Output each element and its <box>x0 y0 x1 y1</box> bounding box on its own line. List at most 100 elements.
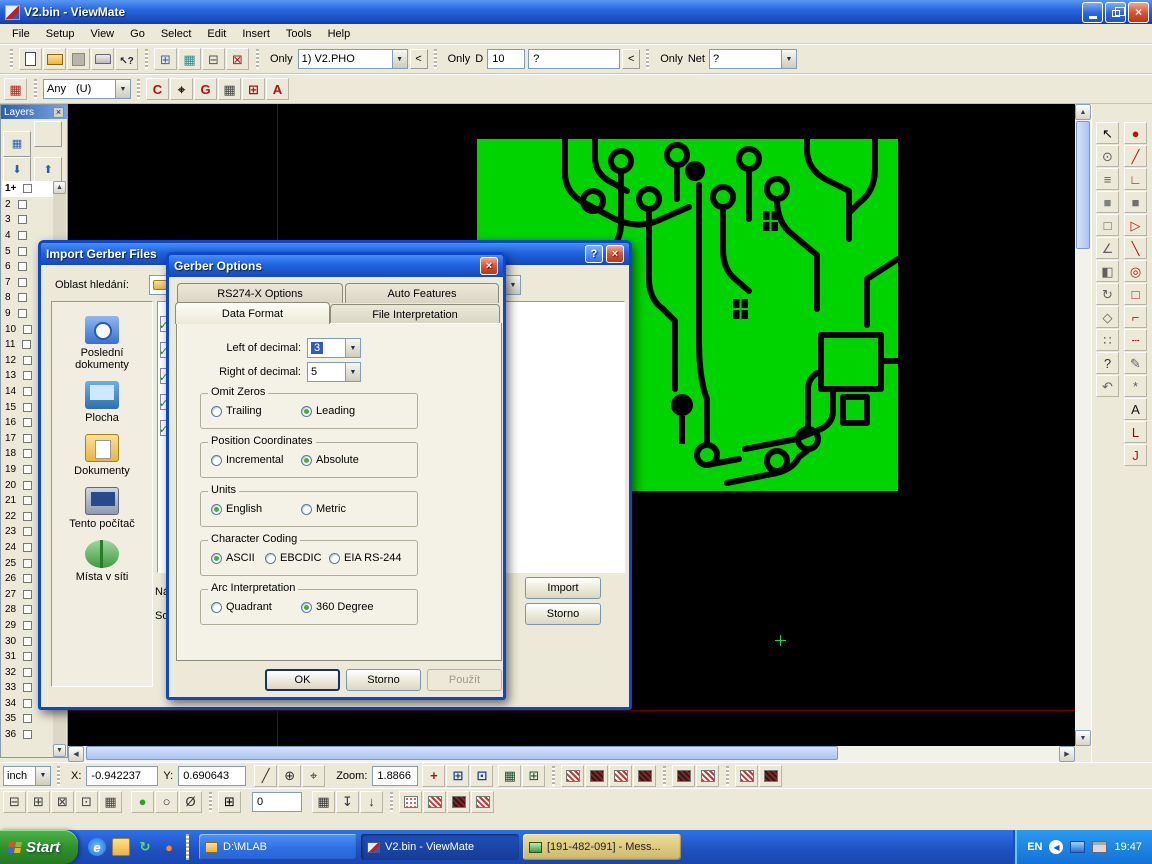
film-control-icon[interactable]: ▦ <box>178 48 201 70</box>
settings-tool-icon[interactable]: * <box>1124 375 1147 397</box>
fill-pattern-icon[interactable] <box>471 791 494 813</box>
layer-visibility-checkbox[interactable] <box>23 527 32 536</box>
layer-visibility-checkbox[interactable] <box>23 621 32 630</box>
horizontal-scroll-thumb[interactable] <box>86 746 838 760</box>
dcode-pattern-icon[interactable] <box>585 765 608 787</box>
place-my-computer[interactable]: Tento počítač <box>56 487 148 530</box>
menu-item[interactable]: Setup <box>38 26 83 42</box>
layer-row[interactable]: 36 <box>2 727 54 743</box>
prev-dcode-button[interactable]: < <box>622 49 640 69</box>
arrow-tool-icon[interactable]: ▷ <box>1124 214 1147 236</box>
undo-icon[interactable]: ↶ <box>1096 375 1119 397</box>
language-indicator[interactable]: EN <box>1027 841 1042 853</box>
place-recent-documents[interactable]: Poslední dokumenty <box>56 316 148 371</box>
menu-item[interactable]: Edit <box>199 26 234 42</box>
layer-visibility-checkbox[interactable] <box>23 356 32 365</box>
step-left-icon[interactable]: ⊟ <box>3 791 26 813</box>
zoom-fit-icon[interactable]: ⊡ <box>470 765 493 787</box>
scale-icon[interactable]: ◇ <box>1096 306 1119 328</box>
ok-button[interactable]: OK <box>265 669 340 691</box>
toolbar-grip[interactable] <box>57 766 60 786</box>
left-of-decimal-combo[interactable]: 3 ▼ <box>307 338 361 358</box>
layer-visibility-checkbox[interactable] <box>23 325 32 334</box>
print-icon[interactable] <box>91 48 114 70</box>
save-icon[interactable] <box>67 48 90 70</box>
dcode-pattern-icon[interactable] <box>633 765 656 787</box>
layer-visibility-checkbox[interactable] <box>18 309 27 318</box>
text-a-tool-icon[interactable]: A <box>1124 398 1147 420</box>
radio-ebcdic[interactable]: EBCDIC <box>265 552 322 564</box>
text-select-icon[interactable]: A <box>266 78 289 100</box>
radio-trailing[interactable]: Trailing <box>211 405 262 417</box>
step-repeat-icon[interactable]: ∷ <box>1096 329 1119 351</box>
apply-button[interactable]: Použít <box>427 669 502 691</box>
via-mode-icon[interactable]: ⊡ <box>75 791 98 813</box>
dashed-line-tool-icon[interactable]: ┄ <box>1124 329 1147 351</box>
rectangle-tool-icon[interactable]: □ <box>1124 283 1147 305</box>
taskbar-item-viewmate[interactable]: V2.bin - ViewMate <box>361 834 519 860</box>
toolbar-grip[interactable] <box>209 792 212 812</box>
anchor-icon[interactable]: ↧ <box>336 791 359 813</box>
layer-move-down-button[interactable]: ⬇ <box>3 157 31 183</box>
layer-visibility-checkbox[interactable] <box>23 699 32 708</box>
grid-dots-icon[interactable]: ⊞ <box>522 765 545 787</box>
clock[interactable]: 19:47 <box>1114 841 1142 853</box>
crosshair-select-icon[interactable]: ⌖ <box>170 78 193 100</box>
point-tool-icon[interactable]: ● <box>1124 122 1147 144</box>
fill-pattern-icon[interactable] <box>447 791 470 813</box>
layer-row[interactable]: 3 <box>2 212 54 228</box>
taskbar-item-message[interactable]: [191-482-091] - Mess... <box>523 834 681 860</box>
cancel-button[interactable]: Storno <box>525 603 601 625</box>
browser-quicklaunch-icon[interactable]: ● <box>160 838 178 856</box>
folder-quicklaunch-icon[interactable] <box>112 838 130 856</box>
rotate-icon[interactable]: ↻ <box>1096 283 1119 305</box>
group-select-icon[interactable]: G <box>194 78 217 100</box>
layer-visibility-checkbox[interactable] <box>23 184 32 193</box>
highlight-icon[interactable]: ⊙ <box>1096 145 1119 167</box>
ie-quicklaunch-icon[interactable]: e <box>88 838 106 856</box>
text-l-tool-icon[interactable]: L <box>1124 421 1147 443</box>
net-combo[interactable]: ? ▼ <box>709 49 797 69</box>
dialog-titlebar[interactable]: Gerber Options × <box>169 255 503 277</box>
toolbar-grip[interactable] <box>646 49 649 69</box>
scroll-left-icon[interactable]: ◀ <box>68 746 84 762</box>
highlight-dcode-icon[interactable]: ⊠ <box>226 48 249 70</box>
layers-panel-titlebar[interactable]: Layers × <box>1 105 67 119</box>
layer-row[interactable]: 2 <box>2 197 54 213</box>
layer-visibility-checkbox[interactable] <box>23 652 32 661</box>
layer-blank-button[interactable] <box>34 121 62 147</box>
x-coordinate-field[interactable]: -0.942237 <box>86 766 158 786</box>
toolbar-grip[interactable] <box>145 49 148 69</box>
context-help-icon[interactable] <box>115 48 138 70</box>
layer-row[interactable]: 35 <box>2 711 54 727</box>
zoom-in-icon[interactable]: + <box>422 765 445 787</box>
dcode-query-field[interactable]: ? <box>528 49 620 69</box>
chevron-down-icon[interactable]: ▼ <box>505 276 520 294</box>
radio-absolute[interactable]: Absolute <box>301 454 359 466</box>
layer-visibility-checkbox[interactable] <box>18 293 27 302</box>
select-pointer-icon[interactable]: ↖ <box>1096 122 1119 144</box>
dot-grid-icon[interactable]: ▦ <box>312 791 335 813</box>
chevron-down-icon[interactable]: ▼ <box>345 339 360 357</box>
dcode-pattern-icon[interactable] <box>672 765 695 787</box>
layer-visibility-checkbox[interactable] <box>23 403 32 412</box>
tab-data-format[interactable]: Data Format <box>175 302 330 324</box>
line-tool-icon[interactable]: ╱ <box>1124 145 1147 167</box>
fill-pattern-icon[interactable] <box>423 791 446 813</box>
place-documents[interactable]: Dokumenty <box>56 434 148 477</box>
dcode-pattern-icon[interactable] <box>759 765 782 787</box>
vertical-scroll-thumb[interactable] <box>1076 121 1090 249</box>
tab-auto-features[interactable]: Auto Features <box>345 283 499 303</box>
taskbar-item-folder[interactable]: D:\MLAB <box>199 834 357 860</box>
layer-visibility-checkbox[interactable] <box>18 215 27 224</box>
active-layer-combo[interactable]: 1) V2.PHO ▼ <box>298 49 408 69</box>
menu-item[interactable]: File <box>4 26 38 42</box>
dcode-value-field[interactable]: 10 <box>487 49 525 69</box>
dcode-pattern-icon[interactable] <box>561 765 584 787</box>
toolbar-grip[interactable] <box>10 49 13 69</box>
scroll-down-icon[interactable]: ▼ <box>1075 730 1091 746</box>
horizontal-scrollbar[interactable]: ◀ ▶ <box>68 746 1075 762</box>
layer-visibility-checkbox[interactable] <box>18 231 27 240</box>
menu-item[interactable]: Tools <box>278 26 320 42</box>
dcode-pattern-icon[interactable] <box>696 765 719 787</box>
